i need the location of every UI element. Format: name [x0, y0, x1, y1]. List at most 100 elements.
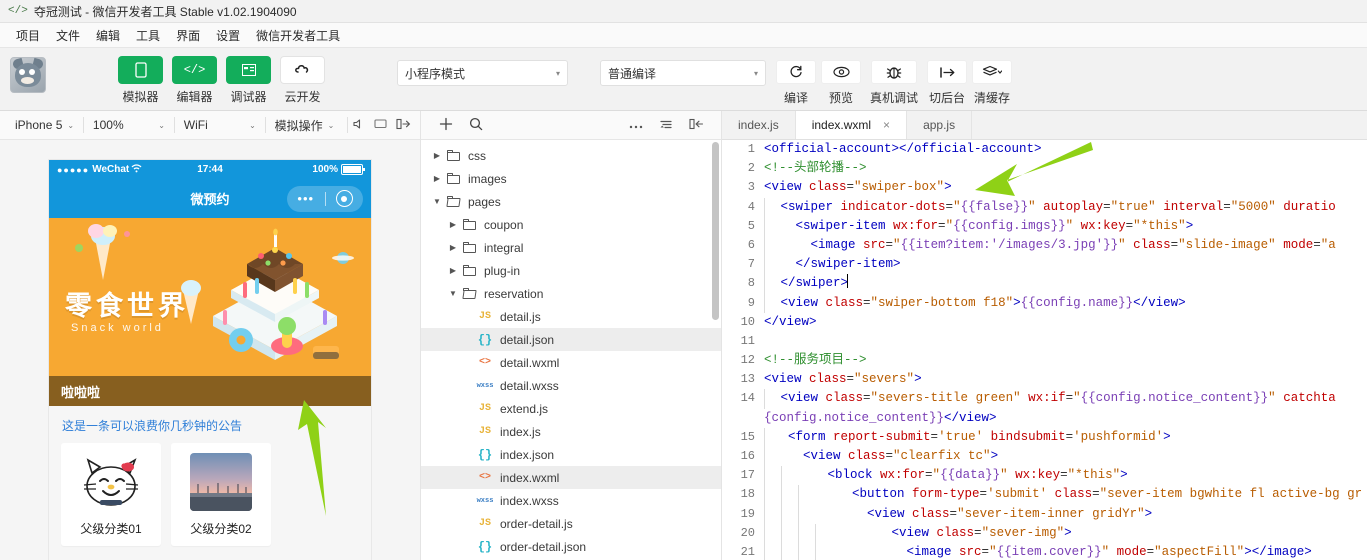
eye-icon [821, 60, 861, 84]
toolbar-label: 云开发 [284, 90, 321, 104]
indent-guide [781, 485, 790, 505]
network-select[interactable]: WiFi ⌄ [175, 118, 265, 132]
toolbar-button-debugger[interactable]: 调试器 [226, 56, 271, 105]
phone-icon [118, 56, 163, 84]
user-avatar[interactable] [10, 57, 46, 93]
menu-item-6[interactable]: 设置 [208, 25, 248, 46]
indent-guide [764, 293, 773, 313]
chevron-down-icon[interactable]: ▼ [431, 197, 443, 206]
line-content: <image src="{{item?item:'/images/3.jpg'}… [764, 235, 1367, 256]
tree-scrollbar[interactable] [712, 142, 719, 320]
code-line: 4 <swiper indicator-dots="{{false}}" aut… [722, 197, 1367, 217]
collapse-icon[interactable] [681, 117, 711, 133]
action-preview[interactable]: 预览 [820, 60, 862, 106]
tree-item[interactable]: wxss index.wxss [421, 489, 721, 512]
explorer-toolbar [421, 111, 721, 140]
chevron-right-icon[interactable]: ▶ [447, 243, 459, 252]
tree-item[interactable]: ▶ coupon [421, 213, 721, 236]
tree-item[interactable]: <> detail.wxml [421, 351, 721, 374]
tree-item[interactable]: JS index.js [421, 420, 721, 443]
tree-item-label: coupon [484, 217, 524, 232]
tree-item-label: order-detail.json [500, 539, 587, 554]
chevron-right-icon[interactable]: ▶ [431, 174, 443, 183]
folder-icon [459, 218, 479, 230]
line-content: <!--服务项目--> [764, 353, 867, 368]
category-card[interactable]: 父级分类01 [61, 443, 161, 546]
line-number: 16 [740, 449, 755, 464]
zoom-select[interactable]: 100% ⌄ [84, 118, 174, 132]
notice-text[interactable]: 这是一条可以浪费你几秒钟的公告 [49, 406, 371, 443]
toolbar-button-simulator[interactable]: 模拟器 [118, 56, 163, 105]
menu-item-1[interactable]: 项目 [8, 25, 48, 46]
tree-item[interactable]: {} order-detail.json [421, 535, 721, 558]
search-icon[interactable] [461, 117, 491, 134]
line-content: <view class="swiper-box"> [764, 180, 952, 195]
category-card[interactable]: 父级分类02 [171, 443, 271, 546]
line-number: 14 [740, 391, 755, 406]
main-area: iPhone 5 ⌄ 100% ⌄ WiFi ⌄ 模拟操作 ⌄ ●●●●● We… [0, 111, 1367, 560]
indent-guide [764, 504, 773, 524]
tree-item[interactable]: ▶ plug-in [421, 259, 721, 282]
menu-item-7[interactable]: 微信开发者工具 [248, 25, 348, 46]
mode-select[interactable]: 小程序模式 ▾ [397, 60, 568, 86]
code-line: 20 <view class="sever-img"> [722, 523, 1367, 543]
chevron-down-icon[interactable]: ▼ [447, 289, 459, 298]
code-line: 6 <image src="{{item?item:'/images/3.jpg… [722, 235, 1367, 256]
phone-nav-bar: 微预约 ••• [49, 179, 371, 218]
menu-bar: 项目 文件 编辑 工具 界面 设置 微信开发者工具 [0, 23, 1367, 48]
close-icon[interactable]: × [883, 118, 890, 132]
more-icon[interactable] [621, 117, 651, 133]
device-select[interactable]: iPhone 5 ⌄ [6, 118, 83, 132]
tree-item[interactable]: wxss detail.wxss [421, 374, 721, 397]
sim-action-select[interactable]: 模拟操作 ⌄ [266, 117, 344, 134]
toolbar-button-cloud[interactable]: 云开发 [280, 56, 325, 105]
chevron-right-icon[interactable]: ▶ [447, 220, 459, 229]
action-compile[interactable]: 编译 [775, 60, 817, 106]
tree-item[interactable]: ▶ integral [421, 236, 721, 259]
simulator-toolbar: iPhone 5 ⌄ 100% ⌄ WiFi ⌄ 模拟操作 ⌄ [0, 111, 420, 140]
carrier-label: WeChat [92, 164, 130, 176]
tree-item[interactable]: ▶ css [421, 144, 721, 167]
indent-guide [781, 504, 790, 524]
chevron-right-icon[interactable]: ▶ [447, 266, 459, 275]
editor-tab[interactable]: index.js [722, 111, 796, 139]
mute-icon[interactable] [348, 118, 370, 133]
menu-item-5[interactable]: 界面 [168, 25, 208, 46]
screen-icon[interactable] [370, 118, 392, 133]
js-file-icon: JS [478, 426, 491, 437]
hello-kitty-image [80, 453, 142, 511]
tree-item-label: reservation [484, 286, 544, 301]
action-clear-cache[interactable]: 清缓存 [971, 60, 1013, 106]
editor-tab[interactable]: app.js [907, 111, 973, 139]
tree-item[interactable]: {} detail.json [421, 328, 721, 351]
cloud-icon [280, 56, 325, 84]
tree-item[interactable]: JS extend.js [421, 397, 721, 420]
action-real-device-debug[interactable]: 真机调试 [865, 60, 923, 106]
tree-item[interactable]: ▼ reservation [421, 282, 721, 305]
action-label: 真机调试 [869, 91, 918, 105]
menu-item-2[interactable]: 文件 [48, 25, 88, 46]
chevron-right-icon[interactable]: ▶ [431, 151, 443, 160]
toolbar-button-editor[interactable]: </> 编辑器 [172, 56, 217, 105]
tree-item[interactable]: <> index.wxml [421, 466, 721, 489]
capsule-buttons[interactable]: ••• [287, 185, 363, 212]
tree-item[interactable]: JS order-detail.js [421, 512, 721, 535]
banner-swiper[interactable]: 零食世界 Snack world 啦啦啦 [49, 217, 371, 406]
refresh-icon [776, 60, 816, 84]
folder-icon [443, 172, 463, 184]
add-icon[interactable] [431, 117, 461, 134]
tree-item[interactable]: ▶ images [421, 167, 721, 190]
action-switch-background[interactable]: 切后台 [926, 60, 968, 106]
compile-select[interactable]: 普通编译 ▾ [600, 60, 766, 86]
sort-icon[interactable] [651, 117, 681, 133]
tree-item[interactable]: ▼ pages [421, 190, 721, 213]
chevron-down-icon: ⌄ [249, 120, 256, 130]
detach-icon[interactable] [392, 118, 414, 133]
chevron-down-icon: ⌄ [327, 120, 335, 130]
tree-item[interactable]: {} index.json [421, 443, 721, 466]
code-content[interactable]: 1 <official-account></official-account> 2 <… [722, 140, 1367, 560]
editor-tab[interactable]: index.wxml × [795, 111, 908, 139]
tree-item[interactable]: JS detail.js [421, 305, 721, 328]
menu-item-3[interactable]: 编辑 [88, 25, 128, 46]
menu-item-4[interactable]: 工具 [128, 25, 168, 46]
